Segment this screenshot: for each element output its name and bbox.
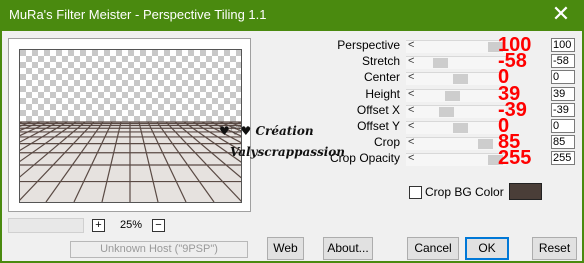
dialog-client: + 25% − Unknown Host ("9PSP") Web About.… xyxy=(2,31,582,261)
slider-left-arrow-icon[interactable]: < xyxy=(408,55,414,67)
param-label: Perspective xyxy=(337,38,400,52)
param-slider[interactable]: < xyxy=(406,39,506,53)
zoom-out-button[interactable]: − xyxy=(152,219,165,232)
close-icon[interactable]: ✕ xyxy=(546,3,576,25)
zoom-level: 25% xyxy=(120,219,143,231)
zoom-in-button[interactable]: + xyxy=(92,219,105,232)
param-slider[interactable]: < xyxy=(406,152,506,166)
slider-left-arrow-icon[interactable]: < xyxy=(408,71,414,83)
reset-button[interactable]: Reset xyxy=(532,237,577,260)
param-value-field[interactable]: 255 xyxy=(551,151,575,165)
slider-thumb[interactable] xyxy=(478,139,493,149)
preview-scrollbar[interactable] xyxy=(8,218,84,233)
slider-left-arrow-icon[interactable]: < xyxy=(408,120,414,132)
param-slider[interactable]: < xyxy=(406,88,506,102)
slider-left-arrow-icon[interactable]: < xyxy=(408,136,414,148)
slider-left-arrow-icon[interactable]: < xyxy=(408,39,414,51)
crop-bg-color-swatch[interactable] xyxy=(509,183,542,200)
param-value-field[interactable]: 85 xyxy=(551,135,575,149)
about-button[interactable]: About... xyxy=(323,237,373,260)
param-slider[interactable]: < xyxy=(406,136,506,150)
param-value-field[interactable]: 0 xyxy=(551,70,575,84)
filter-dialog: MuRa's Filter Meister - Perspective Tili… xyxy=(0,0,584,263)
slider-thumb[interactable] xyxy=(433,58,448,68)
slider-thumb[interactable] xyxy=(453,123,468,133)
window-title: MuRa's Filter Meister - Perspective Tili… xyxy=(9,7,267,22)
slider-thumb[interactable] xyxy=(445,91,460,101)
watermark-line-1: ♥♡♥ Création xyxy=(219,124,314,138)
param-label: Height xyxy=(365,87,400,101)
slider-thumb[interactable] xyxy=(453,74,468,84)
slider-left-arrow-icon[interactable]: < xyxy=(408,152,414,164)
param-label: Center xyxy=(363,70,400,84)
param-slider[interactable]: < xyxy=(406,55,506,69)
preview-image xyxy=(19,49,242,203)
crop-bg-checkbox[interactable] xyxy=(409,186,422,199)
perspective-preview-graphic xyxy=(20,50,241,202)
param-value-field[interactable]: 0 xyxy=(551,119,575,133)
param-slider[interactable]: < xyxy=(406,71,506,85)
title-bar[interactable]: MuRa's Filter Meister - Perspective Tili… xyxy=(0,0,584,30)
param-label: Stretch xyxy=(361,54,400,68)
param-big-value: 255 xyxy=(498,147,532,169)
param-slider[interactable]: < xyxy=(406,104,506,118)
slider-left-arrow-icon[interactable]: < xyxy=(408,104,414,116)
slider-left-arrow-icon[interactable]: < xyxy=(408,88,414,100)
param-value-field[interactable]: -39 xyxy=(551,103,575,117)
param-label: Offset Y xyxy=(357,119,400,133)
preview-panel[interactable] xyxy=(8,38,251,212)
param-slider[interactable]: < xyxy=(406,120,506,134)
param-value-field[interactable]: 39 xyxy=(551,87,575,101)
watermark-signature: Valyscrappassion xyxy=(230,145,346,159)
ok-button[interactable]: OK xyxy=(465,237,509,260)
web-button[interactable]: Web xyxy=(267,237,304,260)
host-status: Unknown Host ("9PSP") xyxy=(70,241,248,258)
slider-thumb[interactable] xyxy=(439,107,454,117)
cancel-button[interactable]: Cancel xyxy=(407,237,459,260)
param-value-field[interactable]: 100 xyxy=(551,38,575,52)
param-label: Offset X xyxy=(356,103,400,117)
crop-bg-label: Crop BG Color xyxy=(425,185,504,199)
param-value-field[interactable]: -58 xyxy=(551,54,575,68)
